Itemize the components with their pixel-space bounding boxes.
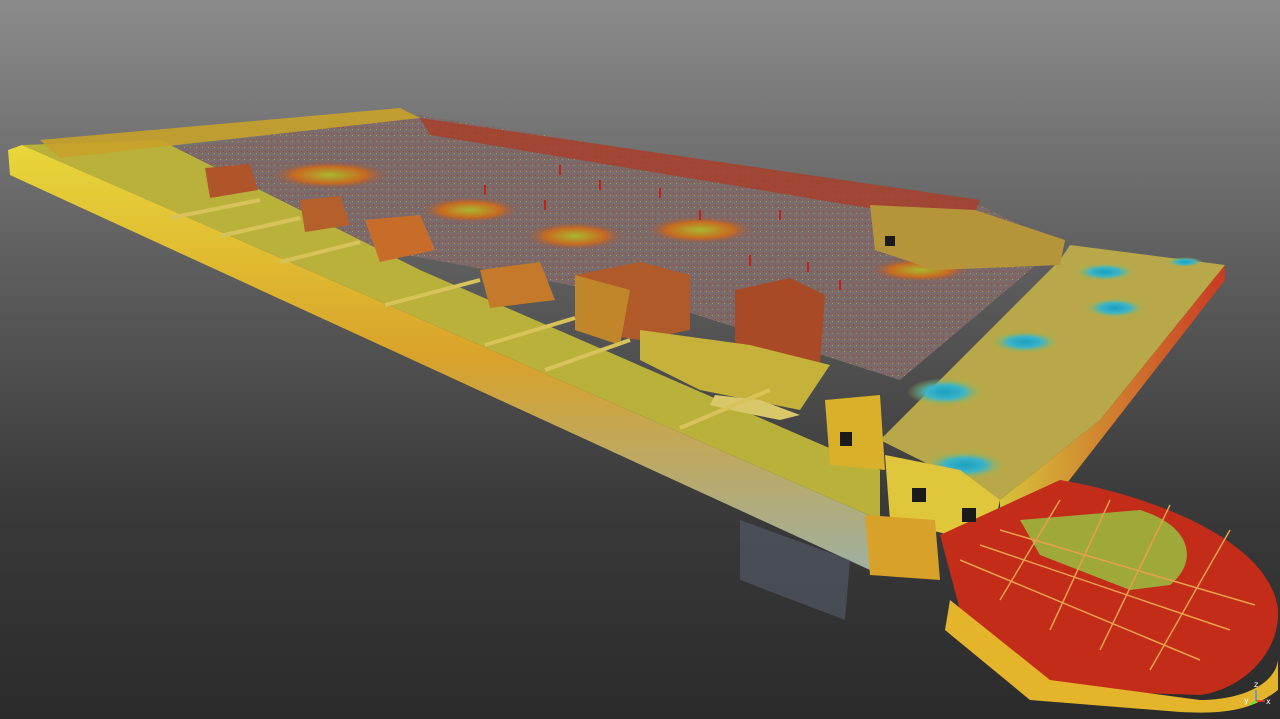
corner-building (825, 395, 885, 470)
window (885, 236, 895, 246)
axis-z-label: z (1254, 680, 1259, 689)
blue-spot (907, 378, 983, 406)
floor-patch (270, 161, 390, 189)
floor-patch (525, 222, 625, 250)
axis-y-label: y (1244, 696, 1249, 705)
axis-x-label: x (1266, 697, 1271, 706)
window (962, 508, 976, 522)
point-cloud-viewport[interactable]: z y x (0, 0, 1280, 719)
axis-orientation-gizmo: z y x (1244, 681, 1272, 709)
blue-spot (1167, 257, 1203, 267)
floor-patch (645, 216, 755, 244)
point-cloud-scene[interactable] (0, 0, 1280, 719)
blue-spot (991, 331, 1059, 353)
corner-building-lower (865, 515, 940, 580)
floor-patch (420, 197, 520, 223)
blue-spot (1085, 298, 1145, 318)
window (840, 432, 852, 446)
window (912, 488, 926, 502)
blue-spot (1075, 263, 1135, 281)
